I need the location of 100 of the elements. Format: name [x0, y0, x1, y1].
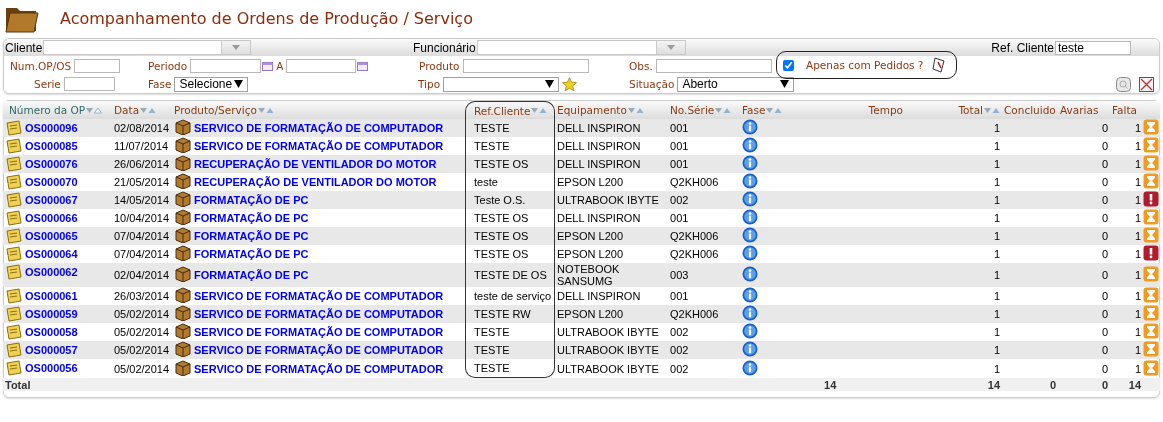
- table-row[interactable]: OS000067 14/05/2014 FORMATAÇÃO DE PC Teste O.S. ULTRABOOK IBYTE 002 1 0 1: [3, 191, 1160, 209]
- column-header[interactable]: Fase: [740, 101, 790, 119]
- star-icon[interactable]: [562, 76, 578, 92]
- column-header[interactable]: Data: [112, 101, 172, 119]
- table-cell: 002: [670, 326, 689, 338]
- combo-field[interactable]: [43, 40, 252, 55]
- column-header[interactable]: Produto/Serviço: [172, 101, 465, 119]
- order-link[interactable]: OS000064: [25, 248, 78, 260]
- sort-arrows-icon[interactable]: [627, 106, 644, 114]
- note-icon: [6, 324, 22, 340]
- table-cell: 1: [1134, 290, 1141, 302]
- order-link[interactable]: OS000085: [25, 140, 78, 152]
- combo-field[interactable]: [476, 40, 686, 55]
- table-cell: 11/07/2014: [114, 140, 169, 152]
- order-link[interactable]: OS000058: [25, 326, 78, 338]
- clear-icon[interactable]: [1139, 76, 1154, 92]
- hourglass-icon: [1143, 341, 1159, 357]
- search-icon[interactable]: [1116, 76, 1131, 92]
- sort-arrows-icon[interactable]: [766, 106, 783, 114]
- table-cell: 14: [1128, 378, 1141, 391]
- product-link[interactable]: SERVICO DE FORMATAÇÃO DE COMPUTADOR: [194, 290, 444, 302]
- order-link[interactable]: OS000066: [25, 212, 78, 224]
- sort-arrows-icon[interactable]: [531, 107, 548, 114]
- product-link[interactable]: SERVICO DE FORMATAÇÃO DE COMPUTADOR: [194, 140, 444, 152]
- checkbox[interactable]: [783, 59, 794, 71]
- table-row[interactable]: OS000059 05/02/2014 SERVICO DE FORMATAÇÃO DE COMPUTADOR TESTE RW EPSON L200 Q2KH006 1 0 1: [3, 305, 1160, 323]
- table-cell: DELL INSPIRON: [557, 122, 641, 134]
- column-header[interactable]: Equipamento: [555, 101, 668, 119]
- info-icon[interactable]: [742, 305, 758, 321]
- info-icon[interactable]: [742, 155, 758, 171]
- info-icon[interactable]: [742, 266, 758, 282]
- product-link[interactable]: FORMATAÇÃO DE PC: [194, 194, 309, 206]
- sort-arrows-icon[interactable]: [715, 106, 732, 114]
- table-cell: 0: [1101, 248, 1108, 260]
- order-link[interactable]: OS000076: [25, 158, 78, 170]
- order-link[interactable]: OS000096: [25, 122, 78, 134]
- info-icon[interactable]: [742, 359, 758, 376]
- field-label: Periodo: [148, 60, 188, 72]
- text-field[interactable]: [462, 59, 589, 73]
- calendar-icon[interactable]: [262, 61, 274, 71]
- field-label: Obs.: [629, 60, 653, 72]
- product-link[interactable]: SERVICO DE FORMATAÇÃO DE COMPUTADOR: [194, 122, 444, 134]
- note-icon: [6, 174, 22, 190]
- calendar-icon[interactable]: [357, 61, 369, 71]
- field-label: Fase: [148, 78, 172, 90]
- info-icon[interactable]: [742, 227, 758, 243]
- table-cell: EPSON L200: [557, 248, 624, 260]
- product-link[interactable]: FORMATAÇÃO DE PC: [194, 248, 309, 260]
- sort-arrows-icon[interactable]: [86, 106, 103, 114]
- order-link[interactable]: OS000061: [25, 290, 78, 302]
- info-icon[interactable]: [742, 341, 758, 357]
- order-link[interactable]: OS000070: [25, 176, 78, 188]
- select-field[interactable]: [443, 76, 560, 92]
- order-link[interactable]: OS000059: [25, 308, 78, 320]
- sort-arrows-icon[interactable]: [257, 106, 274, 114]
- info-icon[interactable]: [742, 245, 758, 261]
- table-row[interactable]: OS000057 05/02/2014 SERVICO DE FORMATAÇÃO DE COMPUTADOR TESTE ULTRABOOK IBYTE 002 1 0 1: [3, 341, 1160, 359]
- table-cell: DELL INSPIRON: [557, 140, 641, 152]
- info-icon[interactable]: [742, 173, 758, 189]
- date-field[interactable]: [286, 59, 357, 73]
- text-field[interactable]: teste: [1055, 40, 1131, 55]
- table-row[interactable]: OS000076 26/06/2014 RECUPERAÇÃO DE VENTILADOR DO MOTOR TESTE OS DELL INSPIRON 001 1 0 1: [3, 155, 1160, 173]
- product-link[interactable]: SERVICO DE FORMATAÇÃO DE COMPUTADOR: [194, 362, 444, 375]
- select-field[interactable]: Aberto: [677, 76, 795, 92]
- info-icon[interactable]: [742, 191, 758, 207]
- sort-arrows-icon[interactable]: [984, 106, 1000, 114]
- info-icon[interactable]: [742, 323, 758, 339]
- info-icon[interactable]: [742, 119, 758, 135]
- table-cell: 002: [670, 194, 689, 206]
- order-link[interactable]: OS000065: [25, 230, 78, 242]
- select-field[interactable]: Selecione: [174, 76, 249, 92]
- document-icon[interactable]: [932, 57, 947, 73]
- product-link[interactable]: FORMATAÇÃO DE PC: [194, 230, 309, 242]
- product-link[interactable]: SERVICO DE FORMATAÇÃO DE COMPUTADOR: [194, 326, 444, 338]
- column-header[interactable]: Número da OP: [3, 101, 112, 119]
- hourglass-icon: [1143, 305, 1159, 321]
- order-link[interactable]: OS000056: [25, 362, 78, 374]
- product-link[interactable]: RECUPERAÇÃO DE VENTILADOR DO MOTOR: [194, 176, 437, 188]
- table-row[interactable]: OS000096 02/08/2014 SERVICO DE FORMATAÇÃO DE COMPUTADOR TESTE DELL INSPIRON 001 1 0 1: [3, 119, 1160, 137]
- order-link[interactable]: OS000062: [25, 266, 78, 278]
- text-field[interactable]: [74, 59, 121, 73]
- date-field[interactable]: [190, 59, 262, 73]
- info-icon[interactable]: [742, 209, 758, 225]
- product-link[interactable]: RECUPERAÇÃO DE VENTILADOR DO MOTOR: [194, 158, 437, 170]
- product-link[interactable]: SERVICO DE FORMATAÇÃO DE COMPUTADOR: [194, 308, 444, 320]
- product-link[interactable]: FORMATAÇÃO DE PC: [194, 269, 309, 281]
- table-row[interactable]: OS000065 07/04/2014 FORMATAÇÃO DE PC TESTE OS EPSON L200 Q2KH006 1 0 1: [3, 227, 1160, 245]
- order-link[interactable]: OS000057: [25, 344, 78, 356]
- column-header[interactable]: Total: [905, 101, 1002, 119]
- text-field[interactable]: [655, 59, 772, 73]
- alert-icon: [1143, 245, 1159, 261]
- order-link[interactable]: OS000067: [25, 194, 78, 206]
- text-field[interactable]: [63, 77, 115, 91]
- product-link[interactable]: SERVICO DE FORMATAÇÃO DE COMPUTADOR: [194, 344, 444, 356]
- box-icon: [174, 341, 191, 357]
- column-header[interactable]: No.Série: [668, 101, 740, 119]
- product-link[interactable]: FORMATAÇÃO DE PC: [194, 212, 309, 224]
- info-icon[interactable]: [742, 137, 758, 153]
- info-icon[interactable]: [742, 287, 758, 303]
- sort-arrows-icon[interactable]: [140, 106, 157, 114]
